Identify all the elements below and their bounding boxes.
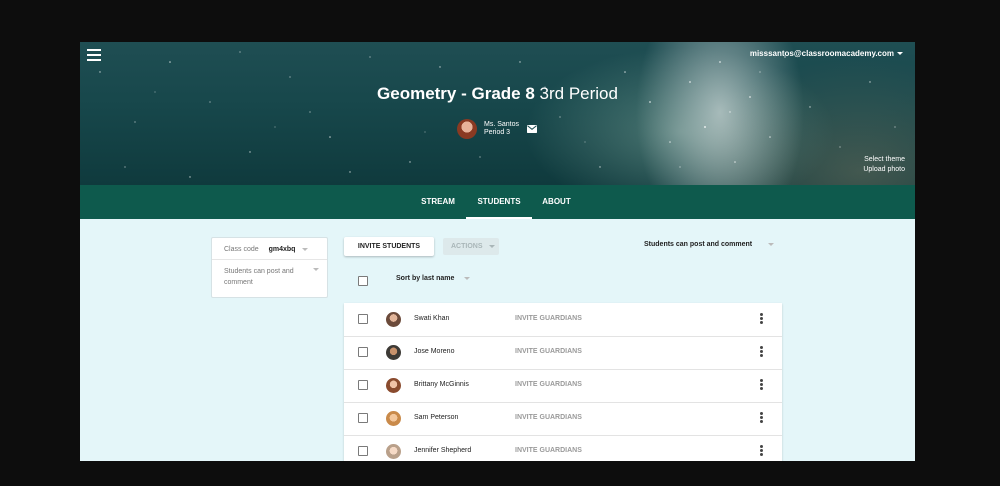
- invite-guardians-link[interactable]: INVITE GUARDIANS: [515, 447, 582, 454]
- more-options-icon[interactable]: [760, 313, 764, 326]
- tab-stream[interactable]: STREAM: [412, 185, 464, 219]
- select-all-checkbox[interactable]: [358, 276, 368, 286]
- student-checkbox[interactable]: [358, 347, 368, 357]
- chevron-down-icon: [768, 242, 775, 246]
- tab-about[interactable]: ABOUT: [535, 185, 578, 219]
- invite-students-button[interactable]: INVITE STUDENTS: [344, 237, 434, 256]
- post-setting-label: Students can post and comment: [224, 268, 294, 286]
- chevron-down-icon: [489, 244, 496, 248]
- class-section: 3rd Period: [539, 84, 618, 103]
- student-avatar: [386, 378, 401, 393]
- mail-icon[interactable]: [527, 125, 538, 133]
- student-name[interactable]: Sam Peterson: [414, 414, 458, 421]
- student-list: Swati Khan INVITE GUARDIANS Jose Moreno …: [344, 303, 782, 461]
- classroom-window: misssantos@classroomacademy.com Geometry…: [80, 42, 915, 461]
- student-row[interactable]: Swati Khan INVITE GUARDIANS: [344, 303, 782, 337]
- sort-dropdown[interactable]: Sort by last name: [396, 275, 471, 282]
- upload-photo-link[interactable]: Upload photo: [863, 165, 905, 175]
- invite-guardians-link[interactable]: INVITE GUARDIANS: [515, 348, 582, 355]
- student-avatar: [386, 345, 401, 360]
- theme-links: Select theme Upload photo: [863, 155, 905, 175]
- starfield-background: [99, 51, 896, 178]
- post-permission-label: Students can post and comment: [644, 241, 753, 248]
- select-theme-link[interactable]: Select theme: [863, 155, 905, 165]
- class-code-value: gm4xbq: [268, 246, 296, 253]
- class-title: Geometry - Grade 8 3rd Period: [80, 84, 915, 104]
- chevron-down-icon: [313, 268, 319, 271]
- sort-label: Sort by last name: [396, 275, 455, 282]
- class-code-row[interactable]: Class code gm4xbq: [224, 246, 309, 253]
- class-name: Geometry - Grade 8: [377, 84, 535, 103]
- more-options-icon[interactable]: [760, 346, 764, 359]
- hamburger-menu-icon[interactable]: [87, 49, 101, 61]
- invite-guardians-link[interactable]: INVITE GUARDIANS: [515, 315, 582, 322]
- student-name[interactable]: Swati Khan: [414, 315, 449, 322]
- student-name[interactable]: Brittany McGinnis: [414, 381, 469, 388]
- student-avatar: [386, 312, 401, 327]
- student-checkbox[interactable]: [358, 314, 368, 324]
- student-avatar: [386, 444, 401, 459]
- class-code-label: Class code: [224, 246, 259, 253]
- more-options-icon[interactable]: [760, 379, 764, 392]
- teacher-period: Period 3: [484, 129, 511, 136]
- student-checkbox[interactable]: [358, 380, 368, 390]
- teacher-info: Ms. Santos Period 3: [457, 119, 538, 139]
- class-settings-card: Class code gm4xbq Students can post and …: [211, 237, 328, 298]
- student-avatar: [386, 411, 401, 426]
- divider: [212, 259, 327, 260]
- invite-guardians-link[interactable]: INVITE GUARDIANS: [515, 414, 582, 421]
- more-options-icon[interactable]: [760, 445, 764, 458]
- student-name[interactable]: Jose Moreno: [414, 348, 454, 355]
- actions-dropdown[interactable]: ACTIONS: [443, 238, 499, 255]
- student-row[interactable]: Jennifer Shepherd INVITE GUARDIANS: [344, 435, 782, 461]
- actions-label: ACTIONS: [451, 243, 483, 250]
- post-setting-row[interactable]: Students can post and comment: [224, 266, 319, 288]
- chevron-down-icon: [302, 247, 309, 251]
- student-checkbox[interactable]: [358, 413, 368, 423]
- chevron-down-icon: [464, 276, 471, 280]
- tab-students[interactable]: STUDENTS: [466, 185, 532, 219]
- class-banner: misssantos@classroomacademy.com Geometry…: [80, 42, 915, 185]
- account-email: misssantos@classroomacademy.com: [749, 49, 894, 58]
- student-checkbox[interactable]: [358, 446, 368, 456]
- tab-bar: STREAM STUDENTS ABOUT: [80, 185, 915, 219]
- student-row[interactable]: Jose Moreno INVITE GUARDIANS: [344, 336, 782, 370]
- post-permission-dropdown[interactable]: Students can post and comment: [644, 241, 775, 248]
- more-options-icon[interactable]: [760, 412, 764, 425]
- student-row[interactable]: Sam Peterson INVITE GUARDIANS: [344, 402, 782, 436]
- student-row[interactable]: Brittany McGinnis INVITE GUARDIANS: [344, 369, 782, 403]
- invite-guardians-link[interactable]: INVITE GUARDIANS: [515, 381, 582, 388]
- teacher-name: Ms. Santos: [484, 121, 520, 128]
- account-switcher[interactable]: misssantos@classroomacademy.com: [750, 49, 903, 58]
- chevron-down-icon: [897, 52, 903, 55]
- student-name[interactable]: Jennifer Shepherd: [414, 447, 471, 454]
- teacher-avatar: [457, 119, 477, 139]
